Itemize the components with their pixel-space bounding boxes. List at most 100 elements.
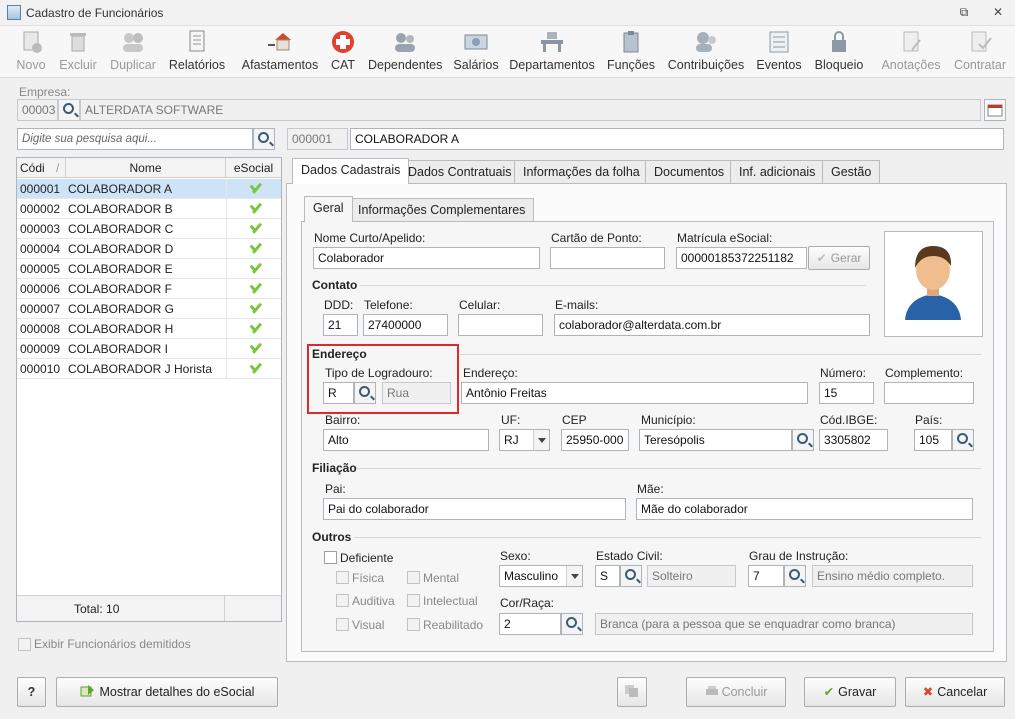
badge-icon xyxy=(618,30,644,54)
cartao-field[interactable] xyxy=(550,247,665,269)
leaves-button[interactable]: Afastamentos xyxy=(240,30,320,76)
report-icon xyxy=(184,30,210,54)
auditiva-checkbox[interactable] xyxy=(336,594,349,607)
table-row[interactable]: 000003 COLABORADOR C xyxy=(17,219,281,239)
pais-field[interactable]: 105 xyxy=(914,429,952,451)
deficiente-checkbox[interactable] xyxy=(324,551,337,564)
sexo-label: Sexo: xyxy=(500,549,531,563)
cancelar-button[interactable]: ✖ Cancelar xyxy=(905,677,1005,707)
cor-raca-search-button[interactable] xyxy=(561,613,583,635)
ibge-field[interactable]: 3305802 xyxy=(819,429,888,451)
help-button[interactable]: ? xyxy=(17,677,46,707)
visual-checkbox[interactable] xyxy=(336,618,349,631)
table-row[interactable]: 000010 COLABORADOR J Horista xyxy=(17,359,281,379)
tipo-logradouro-code[interactable]: R xyxy=(323,382,354,404)
cor-raca-code[interactable]: 2 xyxy=(499,613,561,635)
pais-search-button[interactable] xyxy=(952,429,974,451)
tab-gestao[interactable]: Gestão xyxy=(822,160,881,184)
tab-dados-contratuais[interactable]: Dados Contratuais xyxy=(399,160,521,184)
municipio-search-button[interactable] xyxy=(792,429,814,451)
search-button[interactable] xyxy=(253,128,275,150)
reabilitado-checkbox[interactable] xyxy=(407,618,420,631)
salaries-button[interactable]: Salários xyxy=(452,30,500,76)
tab-informacoes-folha[interactable]: Informações da folha xyxy=(514,160,649,184)
pai-field[interactable]: Pai do colaborador xyxy=(323,498,626,520)
intelectual-checkbox[interactable] xyxy=(407,594,420,607)
table-row[interactable]: 000001 COLABORADOR A xyxy=(17,179,281,199)
table-row[interactable]: 000009 COLABORADOR I xyxy=(17,339,281,359)
table-row[interactable]: 000007 COLABORADOR G xyxy=(17,299,281,319)
complemento-field[interactable] xyxy=(884,382,974,404)
delete-button[interactable]: Excluir xyxy=(58,30,98,76)
tipo-logradouro-search-button[interactable] xyxy=(354,382,376,404)
dependents-button[interactable]: Dependentes xyxy=(368,30,442,76)
tab-inf-adicionais[interactable]: Inf. adicionais xyxy=(730,160,825,184)
ddd-field[interactable]: 21 xyxy=(323,314,358,336)
celular-field[interactable] xyxy=(458,314,543,336)
restore-button[interactable]: ⧉ xyxy=(955,4,973,20)
grau-instrucao-search-button[interactable] xyxy=(784,565,806,587)
check-icon xyxy=(247,203,261,213)
ibge-label: Cód.IBGE: xyxy=(820,413,878,427)
chevron-down-icon xyxy=(533,430,549,450)
new-button[interactable]: Novo xyxy=(13,30,49,76)
telefone-field[interactable]: 27400000 xyxy=(363,314,448,336)
bairro-field[interactable]: Alto xyxy=(323,429,489,451)
email-field[interactable]: colaborador@alterdata.com.br xyxy=(554,314,870,336)
table-row[interactable]: 000008 COLABORADOR H xyxy=(17,319,281,339)
tab-documentos[interactable]: Documentos xyxy=(645,160,734,184)
duplicate-button[interactable]: Duplicar xyxy=(108,30,158,76)
mental-checkbox[interactable] xyxy=(407,571,420,584)
concluir-button[interactable]: Concluir xyxy=(686,677,786,707)
cat-button[interactable]: CAT xyxy=(328,30,358,76)
functions-button[interactable]: Funções xyxy=(605,30,657,76)
contributions-button[interactable]: Contribuições xyxy=(666,30,746,76)
numero-field[interactable]: 15 xyxy=(819,382,874,404)
table-row[interactable]: 000005 COLABORADOR E xyxy=(17,259,281,279)
esocial-details-button[interactable]: Mostrar detalhes do eSocial xyxy=(56,677,278,707)
subtab-informacoes-complementares[interactable]: Informações Complementares xyxy=(349,198,535,222)
calendar-button[interactable] xyxy=(984,99,1006,121)
check-icon xyxy=(247,223,261,233)
reports-button[interactable]: Relatórios xyxy=(168,30,226,76)
close-button[interactable]: ✕ xyxy=(989,4,1007,20)
endereco-field[interactable]: Antônio Freitas xyxy=(461,382,808,404)
column-header-name[interactable]: Nome xyxy=(66,158,226,178)
empresa-code-field[interactable]: 00003 xyxy=(17,99,58,121)
tab-dados-cadastrais[interactable]: Dados Cadastrais xyxy=(292,158,410,184)
show-dismissed-checkbox[interactable] xyxy=(18,638,31,651)
lock-icon xyxy=(826,30,852,54)
complemento-label: Complemento: xyxy=(885,366,964,380)
estado-civil-code[interactable]: S xyxy=(595,565,620,587)
mae-field[interactable]: Mãe do colaborador xyxy=(636,498,973,520)
matricula-field[interactable]: 00000185372251182 xyxy=(676,247,807,269)
lock-button[interactable]: Bloqueio xyxy=(812,30,866,76)
fisica-checkbox[interactable] xyxy=(336,571,349,584)
column-header-esocial[interactable]: eSocial xyxy=(226,158,281,178)
events-button[interactable]: Eventos xyxy=(756,30,802,76)
grau-instrucao-code[interactable]: 7 xyxy=(748,565,784,587)
uf-select[interactable]: RJ xyxy=(499,429,550,451)
search-input[interactable]: Digite sua pesquisa aqui... xyxy=(17,128,253,150)
estado-civil-search-button[interactable] xyxy=(620,565,642,587)
sexo-select[interactable]: Masculino xyxy=(499,565,583,587)
employee-name-field[interactable]: COLABORADOR A xyxy=(350,128,1004,150)
cep-field[interactable]: 25950-000 xyxy=(561,429,629,451)
notes-button[interactable]: Anotações xyxy=(880,30,942,76)
column-header-code[interactable]: Códi / xyxy=(17,158,66,178)
departments-button[interactable]: Departamentos xyxy=(509,30,595,76)
table-row[interactable]: 000002 COLABORADOR B xyxy=(17,199,281,219)
copy-button[interactable] xyxy=(617,677,647,707)
visual-label: Visual xyxy=(352,618,385,632)
subtab-geral[interactable]: Geral xyxy=(304,196,353,222)
table-row[interactable]: 000004 COLABORADOR D xyxy=(17,239,281,259)
gerar-button[interactable]: ✔ Gerar xyxy=(808,246,870,270)
avatar[interactable] xyxy=(884,231,983,337)
hire-button[interactable]: Contratar xyxy=(952,30,1008,76)
table-row[interactable]: 000006 COLABORADOR F xyxy=(17,279,281,299)
gravar-button[interactable]: ✔ Gravar xyxy=(804,677,896,707)
empresa-search-button[interactable] xyxy=(58,99,80,121)
nome-curto-field[interactable]: Colaborador xyxy=(313,247,540,269)
check-icon xyxy=(247,183,261,193)
municipio-field[interactable]: Teresópolis xyxy=(639,429,792,451)
